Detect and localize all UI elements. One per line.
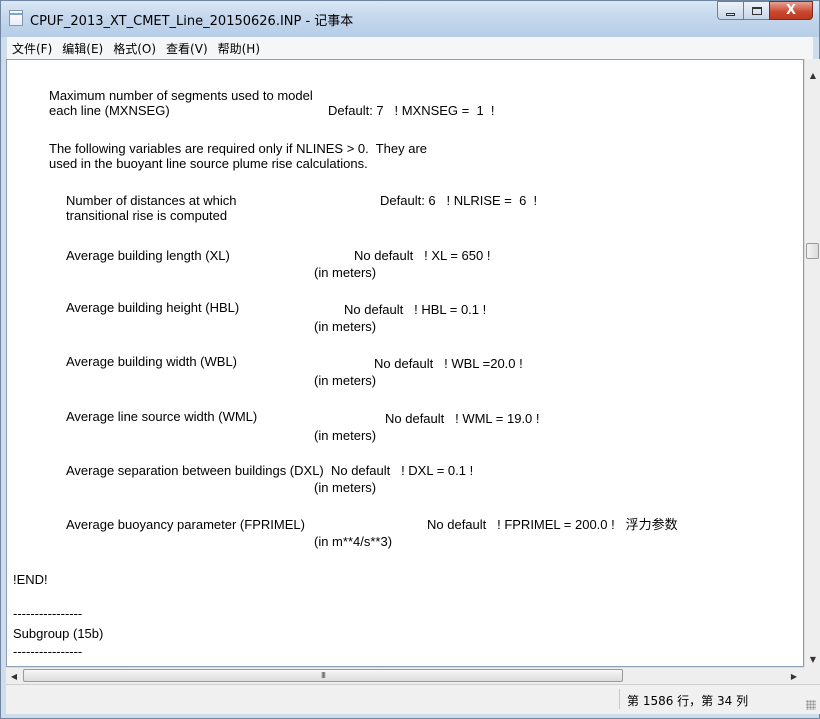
close-button[interactable]: X [769, 1, 813, 20]
text-line: Average separation between buildings (DX… [66, 463, 474, 478]
text-line: Subgroup (15b) [13, 626, 104, 641]
text-line: ---------------- [13, 644, 83, 659]
vertical-scroll-thumb[interactable] [806, 243, 819, 259]
scrollbar-corner [804, 667, 820, 684]
vertical-scrollbar[interactable]: ▲ ▼ [804, 59, 820, 667]
window-title: CPUF_2013_XT_CMET_Line_20150626.INP - 记事… [30, 14, 354, 29]
text-line: Average building width (WBL) [66, 354, 238, 369]
minimize-icon [726, 12, 735, 16]
text-line: ---------------- [13, 606, 83, 621]
text-line: (in m**4/s**3) [314, 534, 393, 549]
scroll-right-icon[interactable]: ▶ [786, 668, 802, 684]
text-line: No default ! XL = 650 ! [354, 248, 491, 263]
text-line: Average building height (HBL) [66, 300, 240, 315]
text-line: The following variables are required onl… [49, 141, 428, 156]
text-line: Default: 7 ! MXNSEG = 1 ! [328, 103, 495, 118]
text-line: (in meters) [314, 373, 377, 388]
grip-icon: III [320, 671, 326, 680]
resize-grip-icon[interactable] [806, 700, 816, 710]
text-line: used in the buoyant line source plume ri… [49, 156, 368, 171]
status-divider [619, 689, 620, 709]
notepad-icon [9, 10, 23, 26]
editor-text[interactable]: Maximum number of segments used to model… [7, 60, 803, 666]
text-line: Average building length (XL) [66, 248, 230, 263]
maximize-button[interactable] [743, 1, 769, 20]
text-line: !END! [13, 572, 48, 587]
menu-edit[interactable]: 编辑(E) [57, 40, 108, 57]
title-bar[interactable]: CPUF_2013_XT_CMET_Line_20150626.INP - 记事… [1, 1, 819, 37]
text-line: each line (MXNSEG) [49, 103, 170, 118]
close-icon: X [785, 3, 797, 18]
menu-format[interactable]: 格式(O) [108, 40, 161, 57]
text-line: No default ! WML = 19.0 ! [385, 411, 540, 426]
text-line: (in meters) [314, 480, 377, 495]
text-editor[interactable]: Maximum number of segments used to model… [6, 59, 804, 667]
menu-bar: 文件(F) 编辑(E) 格式(O) 查看(V) 帮助(H) [7, 37, 813, 59]
menu-file[interactable]: 文件(F) [7, 40, 57, 57]
cursor-position: 第 1586 行，第 34 列 [627, 694, 749, 708]
status-bar: 第 1586 行，第 34 列 [6, 684, 820, 714]
menu-help[interactable]: 帮助(H) [213, 40, 265, 57]
scroll-left-icon[interactable]: ◀ [6, 668, 22, 684]
text-line: transitional rise is computed [66, 208, 228, 223]
text-line: No default ! WBL =20.0 ! [374, 356, 523, 371]
text-line: Maximum number of segments used to model [49, 88, 313, 103]
text-line: No default ! FPRIMEL = 200.0 ! 浮力参数 [427, 517, 678, 532]
text-line: Average buoyancy parameter (FPRIMEL) [66, 517, 305, 532]
menu-view[interactable]: 查看(V) [161, 40, 213, 57]
text-line: Number of distances at which [66, 193, 237, 208]
text-line: Average line source width (WML) [66, 409, 258, 424]
text-line: No default ! HBL = 0.1 ! [344, 302, 487, 317]
window-controls: X [717, 1, 813, 21]
scroll-up-icon[interactable]: ▲ [805, 67, 820, 83]
maximize-icon [751, 6, 762, 15]
text-line: (in meters) [314, 319, 377, 334]
horizontal-scrollbar[interactable]: ◀ III ▶ [6, 667, 804, 684]
scroll-down-icon[interactable]: ▼ [805, 651, 820, 667]
horizontal-scroll-thumb[interactable]: III [23, 669, 623, 682]
minimize-button[interactable] [717, 1, 743, 20]
text-line: (in meters) [314, 265, 377, 280]
text-line: Default: 6 ! NLRISE = 6 ! [380, 193, 538, 208]
text-line: (in meters) [314, 428, 377, 443]
